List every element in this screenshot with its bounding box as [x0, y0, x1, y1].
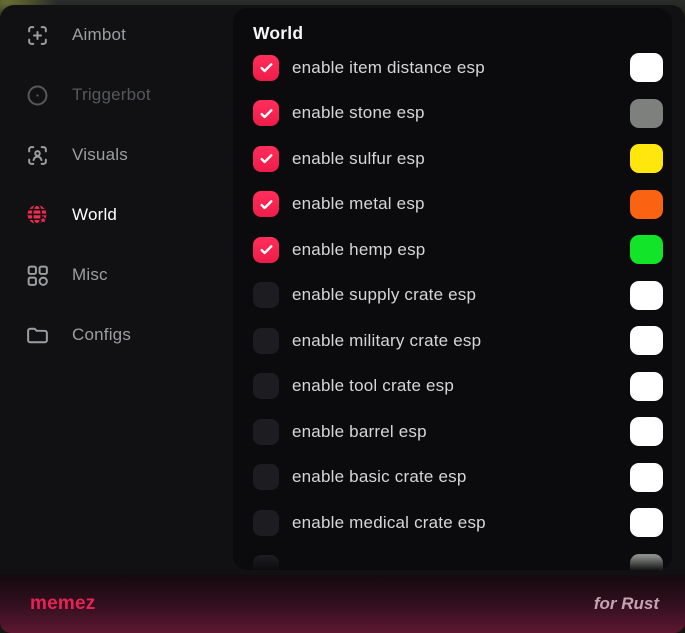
- sidebar-item-visuals[interactable]: Visuals: [0, 125, 233, 185]
- sidebar-item-configs[interactable]: Configs: [0, 305, 233, 365]
- esp-row-enable-tool-crate-esp: enable tool crate esp: [253, 364, 663, 410]
- color-swatch-enable-stone-esp[interactable]: [630, 99, 663, 128]
- esp-row-label: enable stone esp: [292, 103, 425, 123]
- esp-row-label: enable military crate esp: [292, 331, 481, 351]
- esp-rows-list: enable item distance esp enable stone esp…: [253, 45, 663, 570]
- footer-tagline: for Rust: [594, 594, 659, 614]
- esp-row-label: enable hemp esp: [292, 240, 425, 260]
- color-swatch-enable-tool-crate-esp[interactable]: [630, 372, 663, 401]
- checkbox-enable-barrel-esp[interactable]: [253, 419, 279, 445]
- sidebar-item-world[interactable]: World: [0, 185, 233, 245]
- esp-row-label: enable metal esp: [292, 194, 425, 214]
- esp-row-label: enable sulfur esp: [292, 149, 425, 169]
- esp-row-label: enable barrel esp: [292, 422, 427, 442]
- checkbox-enable-sulfur-esp[interactable]: [253, 146, 279, 172]
- world-icon: [25, 203, 50, 228]
- checkbox-enable-military-crate-esp[interactable]: [253, 328, 279, 354]
- visuals-icon: [25, 143, 50, 168]
- checkbox-row-12[interactable]: [253, 555, 279, 570]
- esp-row-enable-medical-crate-esp: enable medical crate esp: [253, 500, 663, 546]
- color-swatch-row-12[interactable]: [630, 554, 663, 570]
- esp-row-label: enable supply crate esp: [292, 285, 476, 305]
- esp-row-enable-hemp-esp: enable hemp esp: [253, 227, 663, 273]
- esp-row-label: enable tool crate esp: [292, 376, 454, 396]
- checkbox-enable-item-distance-esp[interactable]: [253, 55, 279, 81]
- sidebar-item-triggerbot[interactable]: Triggerbot: [0, 65, 233, 125]
- sidebar-item-aimbot[interactable]: Aimbot: [0, 5, 233, 65]
- sidebar-item-label: Configs: [72, 325, 131, 345]
- checkbox-enable-supply-crate-esp[interactable]: [253, 282, 279, 308]
- color-swatch-enable-sulfur-esp[interactable]: [630, 144, 663, 173]
- checkbox-enable-stone-esp[interactable]: [253, 100, 279, 126]
- sidebar: Aimbot Triggerbot Visuals World Misc Configs: [0, 5, 233, 575]
- sidebar-item-label: Aimbot: [72, 25, 126, 45]
- color-swatch-enable-metal-esp[interactable]: [630, 190, 663, 219]
- color-swatch-enable-barrel-esp[interactable]: [630, 417, 663, 446]
- esp-row-label: enable item distance esp: [292, 58, 485, 78]
- world-settings-panel: World enable item distance esp enable sto…: [233, 8, 672, 570]
- color-swatch-enable-hemp-esp[interactable]: [630, 235, 663, 264]
- esp-row-label: enable basic crate esp: [292, 467, 467, 487]
- esp-row-enable-sulfur-esp: enable sulfur esp: [253, 136, 663, 182]
- checkbox-enable-hemp-esp[interactable]: [253, 237, 279, 263]
- main-area: AimbotTriggerbotVisualsWorldMiscConfigs …: [0, 5, 685, 575]
- configs-icon: [25, 323, 50, 348]
- checkbox-enable-medical-crate-esp[interactable]: [253, 510, 279, 536]
- panel-title: World: [253, 23, 663, 44]
- sidebar-item-label: Visuals: [72, 145, 128, 165]
- esp-row-enable-basic-crate-esp: enable basic crate esp: [253, 455, 663, 501]
- color-swatch-enable-medical-crate-esp[interactable]: [630, 508, 663, 537]
- aimbot-icon: [25, 23, 50, 48]
- color-swatch-enable-military-crate-esp[interactable]: [630, 326, 663, 355]
- esp-row-label: enable medical crate esp: [292, 513, 486, 533]
- esp-row-enable-metal-esp: enable metal esp: [253, 182, 663, 228]
- color-swatch-enable-supply-crate-esp[interactable]: [630, 281, 663, 310]
- esp-row-enable-military-crate-esp: enable military crate esp: [253, 318, 663, 364]
- esp-row-row-12: [253, 546, 663, 571]
- sidebar-item-label: Misc: [72, 265, 108, 285]
- sidebar-item-label: Triggerbot: [72, 85, 151, 105]
- esp-row-enable-barrel-esp: enable barrel esp: [253, 409, 663, 455]
- esp-row-enable-supply-crate-esp: enable supply crate esp: [253, 273, 663, 319]
- misc-icon: [25, 263, 50, 288]
- checkbox-enable-tool-crate-esp[interactable]: [253, 373, 279, 399]
- color-swatch-enable-basic-crate-esp[interactable]: [630, 463, 663, 492]
- sidebar-item-misc[interactable]: Misc: [0, 245, 233, 305]
- checkbox-enable-basic-crate-esp[interactable]: [253, 464, 279, 490]
- checkbox-enable-metal-esp[interactable]: [253, 191, 279, 217]
- cheat-menu-window: AimbotTriggerbotVisualsWorldMiscConfigs …: [0, 5, 685, 633]
- esp-row-enable-stone-esp: enable stone esp: [253, 91, 663, 137]
- sidebar-item-label: World: [72, 205, 117, 225]
- screen-background: AimbotTriggerbotVisualsWorldMiscConfigs …: [0, 0, 685, 633]
- esp-row-enable-item-distance-esp: enable item distance esp: [253, 45, 663, 91]
- footer: memez for Rust: [0, 575, 685, 633]
- triggerbot-icon: [25, 83, 50, 108]
- brand-name: memez: [30, 593, 95, 615]
- color-swatch-enable-item-distance-esp[interactable]: [630, 53, 663, 82]
